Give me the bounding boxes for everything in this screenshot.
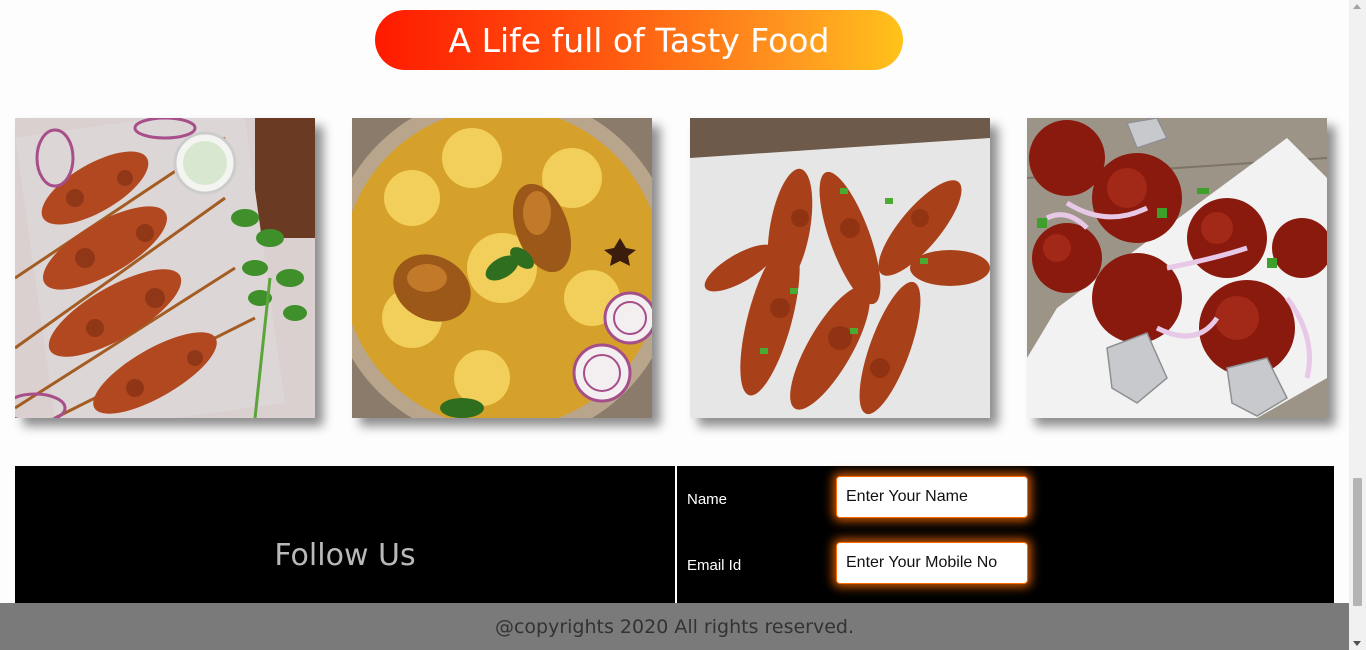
scrollbar-thumb[interactable] [1353, 478, 1362, 606]
email-label: Email Id [687, 557, 742, 574]
chicken-biryani-image [352, 118, 652, 418]
name-input[interactable] [836, 476, 1028, 518]
page-banner-title: A Life full of Tasty Food [375, 10, 903, 70]
scroll-down-arrow-icon[interactable] [1353, 641, 1361, 646]
contact-section: Follow Us Name Email Id [15, 466, 1334, 606]
name-label: Name [687, 491, 728, 508]
scroll-up-arrow-icon[interactable] [1353, 4, 1361, 9]
vertical-scrollbar[interactable] [1349, 0, 1366, 650]
email-input[interactable] [836, 542, 1028, 584]
follow-us-heading: Follow Us [274, 538, 416, 573]
fried-chicken-image [690, 118, 990, 418]
chilli-chicken-lollipop-image [1027, 118, 1327, 418]
chicken-kebab-image [15, 118, 315, 418]
footer-copyright: @copyrights 2020 All rights reserved. [0, 603, 1349, 650]
section-divider [675, 466, 677, 606]
